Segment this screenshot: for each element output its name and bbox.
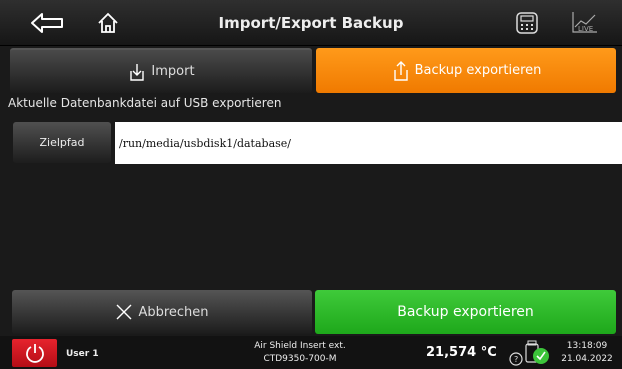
export-icon — [393, 60, 408, 81]
cancel-button-label: Abbrechen — [138, 304, 209, 320]
tab-export-label: Backup exportieren — [414, 63, 542, 78]
device-name: Air Shield Insert ext. — [254, 341, 346, 351]
usb-status-icon[interactable]: ? — [508, 339, 553, 367]
cancel-button[interactable]: Abbrechen — [12, 290, 312, 334]
power-icon — [25, 344, 44, 363]
live-chart-icon[interactable]: LIVE — [570, 9, 600, 37]
clock-time: 13:18:09 — [566, 341, 608, 351]
clock-date: 21.04.2022 — [561, 354, 613, 364]
tab-import[interactable]: Import — [10, 48, 312, 93]
export-backup-button[interactable]: Backup exportieren — [315, 290, 616, 334]
device-info: Air Shield Insert ext. CTD9350-700-M — [230, 340, 370, 366]
close-icon — [116, 304, 132, 320]
temperature-readout: 21,574 °C — [426, 345, 497, 360]
clock: 13:18:09 21.04.2022 — [557, 340, 617, 366]
tab-import-label: Import — [151, 64, 195, 79]
import-icon — [130, 63, 145, 81]
current-user: User 1 — [66, 349, 99, 359]
power-button[interactable] — [12, 339, 57, 367]
svg-text:LIVE: LIVE — [578, 25, 593, 33]
header-bar: Import/Export Backup LIVE — [0, 0, 622, 46]
tab-export[interactable]: Backup exportieren — [316, 48, 616, 93]
calculator-icon[interactable] — [513, 9, 541, 37]
target-path-field[interactable]: /run/media/usbdisk1/database/ — [115, 122, 622, 164]
svg-text:?: ? — [514, 355, 518, 364]
info-text: Aktuelle Datenbankdatei auf USB exportie… — [8, 96, 282, 110]
target-path-button[interactable]: Zielpfad — [13, 122, 111, 163]
device-model: CTD9350-700-M — [263, 354, 337, 364]
